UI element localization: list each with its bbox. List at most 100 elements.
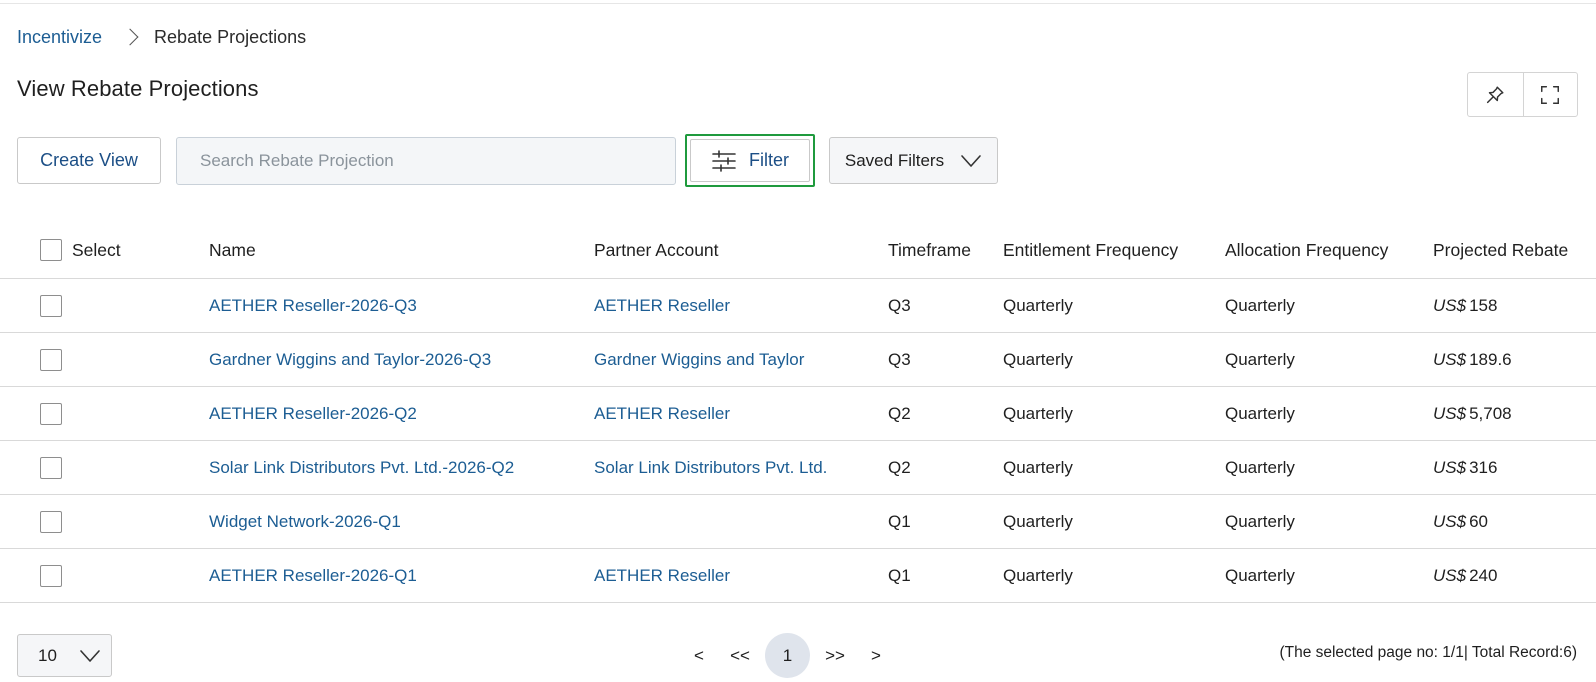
row-entitlement-frequency: Quarterly [1003,565,1073,585]
page-size-select[interactable]: 10 [17,634,112,677]
row-partner-link[interactable]: AETHER Reseller [594,404,730,424]
pin-icon [1487,85,1504,103]
pagination: < << 1 >> > [688,633,887,678]
row-entitlement-frequency: Quarterly [1003,457,1073,477]
rebate-amount: 189.6 [1469,349,1512,369]
row-timeframe: Q3 [888,295,911,315]
row-name-link[interactable]: AETHER Reseller-2026-Q2 [209,404,417,424]
row-checkbox[interactable] [40,510,62,533]
breadcrumb: Incentivize Rebate Projections [17,26,306,48]
view-actions [1467,72,1578,117]
row-allocation-frequency: Quarterly [1225,403,1295,423]
page-info: (The selected page no: 1/1| Total Record… [1279,644,1577,661]
table-row: AETHER Reseller-2026-Q1 AETHER Reseller … [0,549,1596,603]
row-name-link[interactable]: Widget Network-2026-Q1 [209,512,401,532]
row-name-link[interactable]: AETHER Reseller-2026-Q1 [209,566,417,586]
row-timeframe: Q2 [888,457,911,477]
currency-code: US$ [1433,403,1467,423]
row-name-link[interactable]: AETHER Reseller-2026-Q3 [209,296,417,316]
row-name-link[interactable]: Solar Link Distributors Pvt. Ltd.-2026-Q… [209,458,514,478]
header-name[interactable]: Name [209,222,256,278]
last-page-button[interactable]: >> [822,646,848,666]
row-projected-rebate: US$ 316 [1433,441,1497,494]
row-entitlement-frequency: Quarterly [1003,511,1073,531]
top-divider [0,3,1596,4]
header-timeframe[interactable]: Timeframe [888,222,971,278]
table-row: AETHER Reseller-2026-Q3 AETHER Reseller … [0,279,1596,333]
header-entitlement-frequency[interactable]: Entitlement Frequency [1003,222,1178,278]
row-allocation-frequency: Quarterly [1225,349,1295,369]
expand-icon [1541,85,1560,104]
row-projected-rebate: US$ 158 [1433,279,1497,332]
table-row: Solar Link Distributors Pvt. Ltd.-2026-Q… [0,441,1596,495]
rebate-amount: 60 [1469,511,1488,531]
breadcrumb-root-link[interactable]: Incentivize [17,27,102,48]
prev-page-button[interactable]: < [688,646,710,666]
breadcrumb-current: Rebate Projections [154,26,307,47]
row-partner-link[interactable]: AETHER Reseller [594,566,730,586]
filter-button-inner: Filter [690,139,810,182]
page-size-value: 10 [38,645,57,665]
search-input[interactable] [176,137,676,185]
row-checkbox[interactable] [40,564,62,587]
table-header: Select Name Partner Account Timeframe En… [0,222,1596,279]
row-allocation-frequency: Quarterly [1225,565,1295,585]
pin-button[interactable] [1468,73,1523,116]
header-allocation-frequency[interactable]: Allocation Frequency [1225,222,1388,278]
row-checkbox[interactable] [40,348,62,371]
filter-button[interactable]: Filter [685,134,815,187]
rebate-amount: 158 [1469,295,1498,315]
row-projected-rebate: US$ 5,708 [1433,387,1512,440]
currency-code: US$ [1433,295,1467,315]
fullscreen-button[interactable] [1522,73,1578,116]
row-timeframe: Q2 [888,403,911,423]
row-checkbox[interactable] [40,456,62,479]
rebate-projections-table: Select Name Partner Account Timeframe En… [0,222,1596,603]
row-name-link[interactable]: Gardner Wiggins and Taylor-2026-Q3 [209,350,491,370]
next-page-button[interactable]: > [865,646,887,666]
rebate-amount: 5,708 [1469,403,1512,423]
row-entitlement-frequency: Quarterly [1003,349,1073,369]
currency-code: US$ [1433,457,1467,477]
header-partner-account[interactable]: Partner Account [594,222,719,278]
row-projected-rebate: US$ 240 [1433,549,1497,602]
row-entitlement-frequency: Quarterly [1003,295,1073,315]
select-all-checkbox[interactable] [40,239,62,261]
currency-code: US$ [1433,349,1467,369]
first-page-button[interactable]: << [727,646,753,666]
row-partner-link[interactable]: AETHER Reseller [594,296,730,316]
currency-code: US$ [1433,565,1467,585]
create-view-button[interactable]: Create View [17,137,161,184]
header-select: Select [40,222,121,278]
sliders-icon [712,149,736,172]
row-projected-rebate: US$ 60 [1433,495,1488,548]
row-timeframe: Q1 [888,565,911,585]
row-partner-link[interactable]: Gardner Wiggins and Taylor [594,350,804,370]
rebate-amount: 316 [1469,457,1498,477]
saved-filters-label: Saved Filters [844,150,945,170]
row-allocation-frequency: Quarterly [1225,457,1295,477]
page-title: View Rebate Projections [17,76,259,101]
chevron-down-icon [961,154,981,167]
current-page-button[interactable]: 1 [765,633,810,678]
row-allocation-frequency: Quarterly [1225,295,1295,315]
rebate-amount: 240 [1469,565,1498,585]
table-row: AETHER Reseller-2026-Q2 AETHER Reseller … [0,387,1596,441]
row-projected-rebate: US$ 189.6 [1433,333,1512,386]
header-projected-rebate[interactable]: Projected Rebate [1433,222,1568,278]
row-allocation-frequency: Quarterly [1225,511,1295,531]
header-select-label: Select [72,239,121,260]
chevron-down-icon [80,649,100,662]
row-partner-link[interactable]: Solar Link Distributors Pvt. Ltd. [594,458,827,478]
row-timeframe: Q3 [888,349,911,369]
row-timeframe: Q1 [888,511,911,531]
currency-code: US$ [1433,511,1467,531]
chevron-right-icon [121,28,139,46]
row-checkbox[interactable] [40,294,62,317]
table-row: Widget Network-2026-Q1 Q1 Quarterly Quar… [0,495,1596,549]
saved-filters-dropdown[interactable]: Saved Filters [829,137,998,184]
table-row: Gardner Wiggins and Taylor-2026-Q3 Gardn… [0,333,1596,387]
row-entitlement-frequency: Quarterly [1003,403,1073,423]
row-checkbox[interactable] [40,402,62,425]
filter-label: Filter [749,150,789,170]
